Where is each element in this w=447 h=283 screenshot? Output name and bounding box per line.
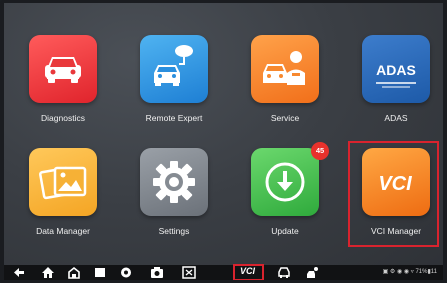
settings-gear-icon[interactable] bbox=[140, 148, 208, 216]
service-wrench-car-icon[interactable] bbox=[251, 35, 319, 103]
screenshot-icon[interactable] bbox=[182, 266, 196, 279]
app-grid: Diagnostics Remote Expert Service ADAS A… bbox=[4, 3, 443, 271]
house-outline-icon[interactable] bbox=[67, 266, 81, 279]
vci-nav-highlight-box bbox=[233, 264, 264, 280]
data-manager-photos-icon[interactable] bbox=[29, 148, 97, 216]
home-screen: Diagnostics Remote Expert Service ADAS A… bbox=[4, 3, 443, 280]
technician-car-icon[interactable] bbox=[306, 266, 320, 279]
app-remote-expert[interactable]: Remote Expert bbox=[109, 35, 209, 145]
adas-icon-text: ADAS bbox=[376, 62, 416, 78]
browser-icon[interactable] bbox=[119, 266, 133, 279]
app-label: ADAS bbox=[384, 113, 408, 123]
vci-manager-highlight-box bbox=[348, 141, 439, 247]
app-diagnostics[interactable]: Diagnostics bbox=[4, 35, 98, 145]
app-adas[interactable]: ADAS ADAS bbox=[331, 35, 431, 145]
recent-apps-icon[interactable] bbox=[93, 266, 107, 279]
update-download-icon[interactable] bbox=[251, 148, 319, 216]
app-service[interactable]: Service bbox=[220, 35, 320, 145]
remote-expert-icon[interactable] bbox=[140, 35, 208, 103]
adas-icon[interactable]: ADAS bbox=[362, 35, 430, 103]
vehicle-icon[interactable] bbox=[277, 266, 291, 279]
home-icon[interactable] bbox=[41, 266, 55, 279]
camera-icon[interactable] bbox=[150, 266, 164, 279]
status-bar-info: ▣ ⚙ ◉ ◉ ▿ 71%▮11 bbox=[382, 269, 437, 275]
app-update[interactable]: 45 Update bbox=[220, 142, 329, 258]
app-data-manager[interactable]: Data Manager bbox=[4, 148, 98, 258]
diagnostics-car-icon[interactable] bbox=[29, 35, 97, 103]
tablet-device: Diagnostics Remote Expert Service ADAS A… bbox=[0, 0, 447, 283]
bottom-nav-bar: VCI ▣ ⚙ ◉ ◉ ▿ 71%▮11 bbox=[4, 264, 443, 280]
update-count-badge: 45 bbox=[311, 142, 329, 160]
app-settings[interactable]: Settings bbox=[109, 148, 209, 258]
back-icon[interactable] bbox=[12, 266, 26, 279]
